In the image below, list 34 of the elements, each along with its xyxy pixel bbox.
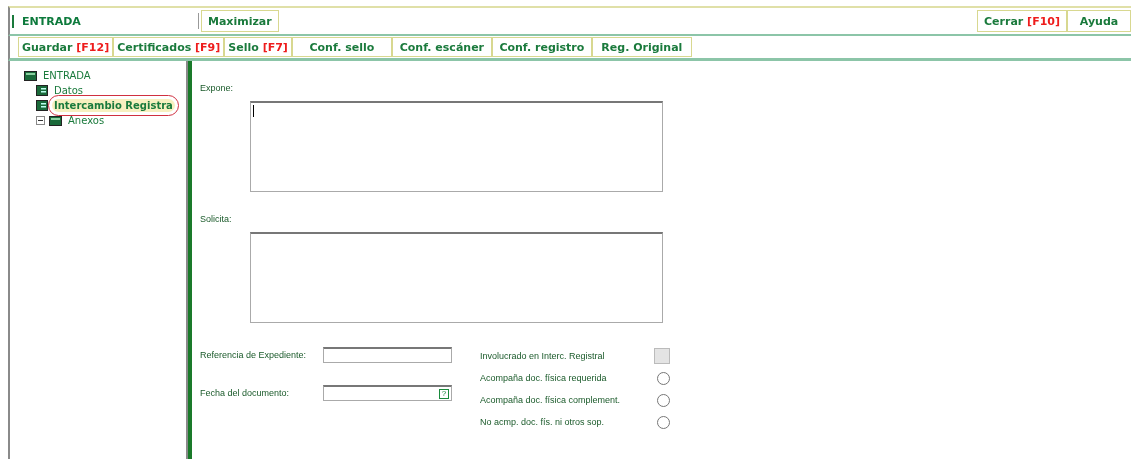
input-field[interactable] xyxy=(323,347,452,363)
date-field[interactable]: ? xyxy=(323,385,452,401)
option-label: Acompaña doc. física requerida xyxy=(480,373,607,383)
open-folder-icon xyxy=(24,70,37,81)
field-label: Expone: xyxy=(200,83,235,93)
toolbar-button[interactable]: Conf. escáner xyxy=(391,37,492,57)
document-folder-icon xyxy=(36,85,48,96)
tree-item[interactable]: Anexos xyxy=(66,114,107,127)
option-label: Involucrado en Interc. Registral xyxy=(480,351,605,361)
toolbar-button[interactable]: Conf. registro xyxy=(491,37,592,57)
tree-item[interactable]: Datos xyxy=(52,84,86,97)
radio-button[interactable] xyxy=(657,415,670,429)
toolbar-button[interactable]: Certificados [F9] xyxy=(113,37,225,57)
toolbar-button[interactable]: Reg. Original xyxy=(591,37,692,57)
field-label: Fecha del documento: xyxy=(200,388,291,398)
text-area[interactable] xyxy=(250,101,663,192)
maximize-button[interactable]: Maximizar xyxy=(201,10,279,32)
text-area[interactable] xyxy=(250,232,663,323)
option-label: Acompaña doc. física complement. xyxy=(480,395,621,405)
help-button[interactable]: Ayuda xyxy=(1067,10,1131,32)
help-icon[interactable]: ? xyxy=(439,388,449,399)
toolbar-button[interactable]: Guardar [F12] xyxy=(18,37,114,57)
toolbar-button[interactable]: Sello [F7] xyxy=(224,37,292,57)
radio-button[interactable] xyxy=(657,393,670,407)
toolbar-button[interactable]: Conf. sello xyxy=(291,37,392,57)
field-label: Referencia de Expediente: xyxy=(200,350,308,360)
option-label: No acmp. doc. fís. ni otros sop. xyxy=(480,417,605,427)
radio-button[interactable] xyxy=(657,371,670,385)
close-button[interactable]: Cerrar [F10] xyxy=(977,10,1067,32)
collapse-icon[interactable] xyxy=(36,116,45,125)
document-folder-icon xyxy=(36,100,48,111)
tree-item[interactable]: ENTRADA xyxy=(41,69,93,82)
field-label: Solicita: xyxy=(200,214,233,224)
folder-icon xyxy=(49,115,62,126)
